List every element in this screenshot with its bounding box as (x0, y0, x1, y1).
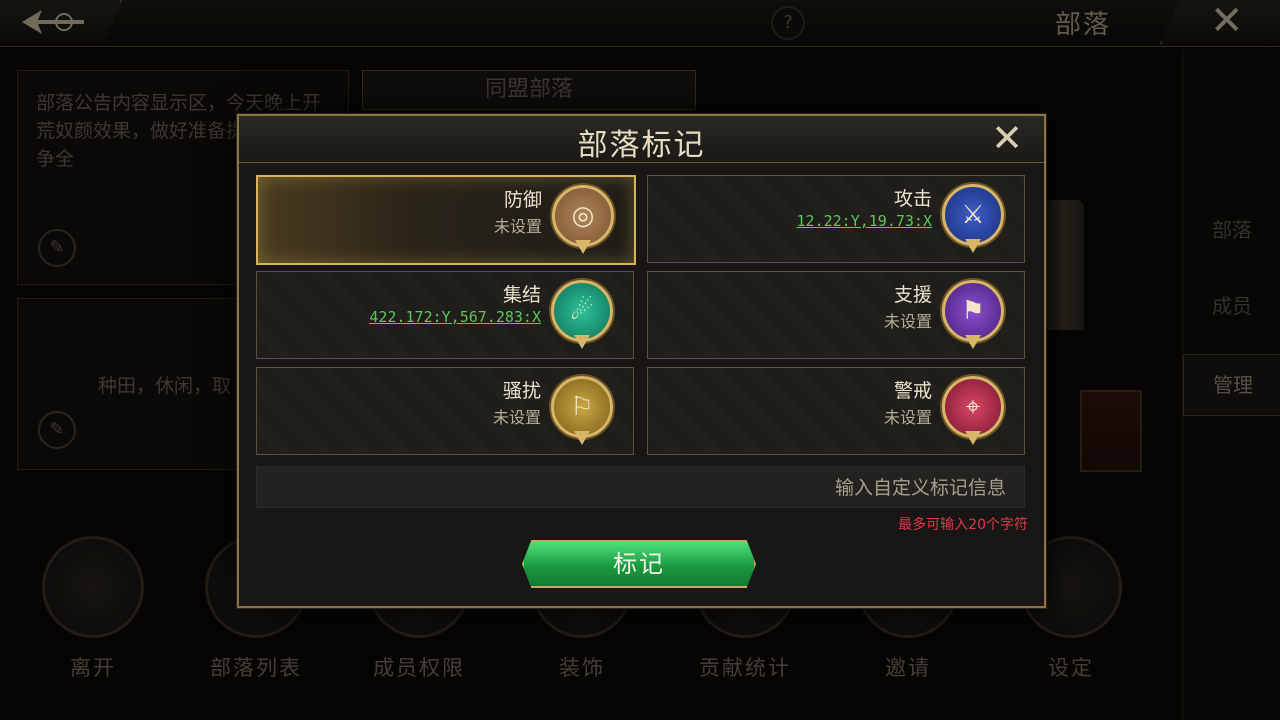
mark-name: 集结 (502, 284, 541, 306)
mark-card-alert[interactable]: 警戒 未设置 ⌖ (647, 367, 1025, 455)
mark-name: 防御 (503, 189, 542, 211)
mark-coordinates-link[interactable]: 422.172:Y,567.283:X (369, 308, 541, 326)
mark-status: 未设置 (883, 312, 932, 331)
flag-fist-icon: ⚑ (942, 280, 1004, 349)
mark-status: 未设置 (492, 408, 541, 427)
mark-card-rally[interactable]: 集结 422.172:Y,567.283:X ☄ (256, 271, 634, 359)
mark-coordinates-link[interactable]: 12.22:Y,19.73:X (797, 212, 932, 230)
mark-name: 支援 (893, 284, 932, 306)
tribe-mark-dialog: 部落标记 ✕ 防御 未设置 ◎ 攻击 12.22:Y,19.73:X ⚔ 集结 … (237, 114, 1046, 608)
raid-flag-icon: ⚐ (551, 376, 613, 445)
mark-card-support[interactable]: 支援 未设置 ⚑ (647, 271, 1025, 359)
dialog-title: 部落标记 (577, 128, 706, 163)
horn-icon: ☄ (551, 280, 613, 349)
mark-card-attack[interactable]: 攻击 12.22:Y,19.73:X ⚔ (647, 175, 1025, 263)
shield-icon: ◎ (552, 185, 614, 254)
mark-card-harass[interactable]: 骚扰 未设置 ⚐ (256, 367, 634, 455)
dialog-header: 部落标记 ✕ (239, 116, 1044, 163)
mark-confirm-button[interactable]: 标记 (522, 540, 756, 588)
mark-card-defense[interactable]: 防御 未设置 ◎ (256, 175, 636, 265)
mark-status: 未设置 (493, 217, 542, 236)
mark-name: 骚扰 (502, 380, 541, 402)
character-limit-hint: 最多可输入20个字符 (898, 517, 1028, 533)
close-icon[interactable]: ✕ (985, 118, 1029, 158)
mark-status: 未设置 (883, 408, 932, 427)
crossed-swords-icon: ⚔ (942, 184, 1004, 253)
mark-name: 警戒 (893, 380, 932, 402)
mark-name: 攻击 (893, 188, 932, 210)
custom-mark-input[interactable]: 输入自定义标记信息 (256, 466, 1025, 508)
spyglass-icon: ⌖ (942, 376, 1004, 445)
